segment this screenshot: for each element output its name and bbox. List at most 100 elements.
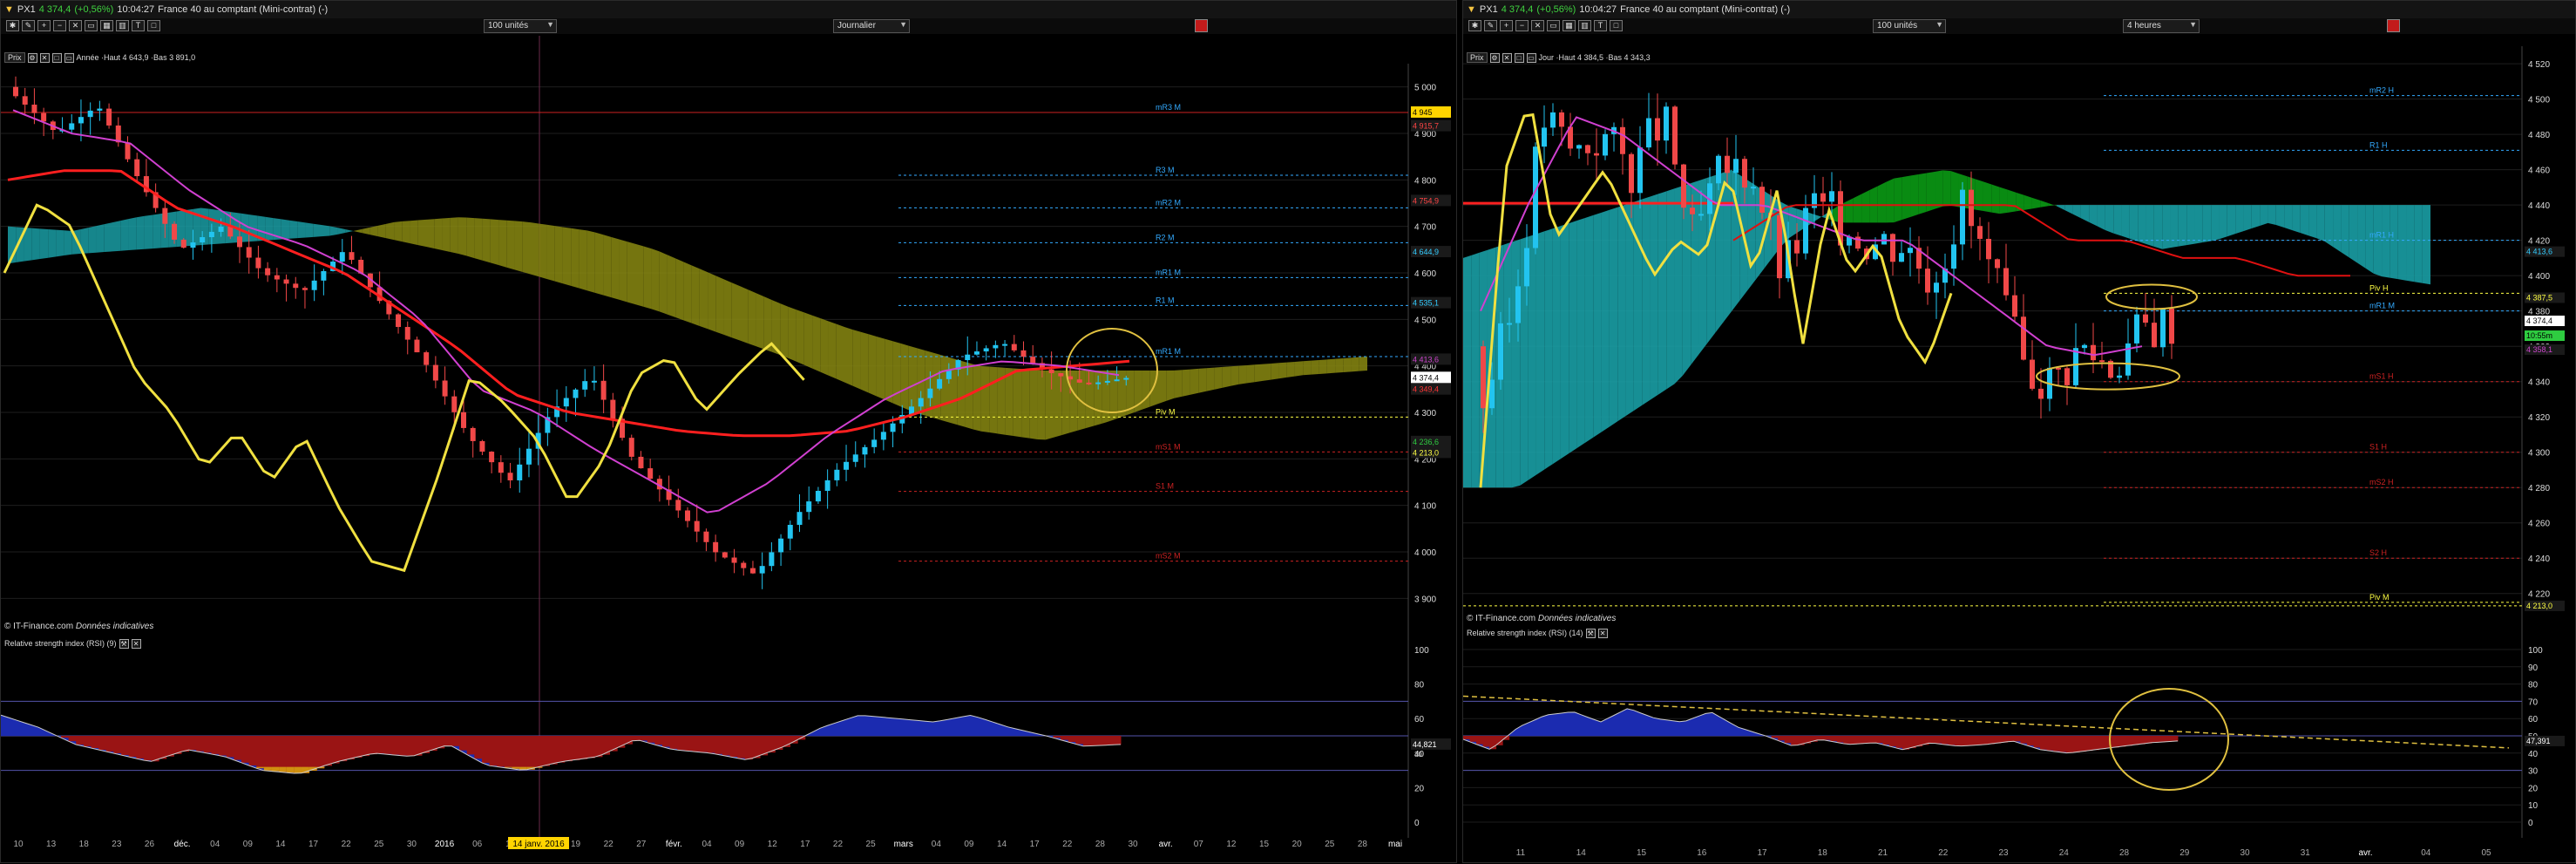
cloud-segment [1463,255,1471,487]
cloud-segment [683,262,691,323]
candle-body [2064,368,2070,385]
candle-body [255,258,261,269]
cloud-segment [354,229,362,233]
rsi-area-below [414,736,422,756]
4h-chart-canvas[interactable]: 4 5204 5004 4804 4604 4404 4204 4004 380… [1463,1,2576,864]
rsi-area-below [106,736,114,752]
x-tick-label: 07 [1194,840,1204,849]
cloud-segment [2333,205,2341,252]
rsi-area-below [2014,736,2021,741]
cloud-segment [2219,205,2227,239]
candle-body [638,457,643,468]
candle-body [1058,373,1063,377]
cloud-segment [1335,358,1343,373]
candle-body [31,105,37,113]
candle-body [1095,383,1101,384]
cloud-segment [1013,369,1021,438]
rsi-area-below [1942,736,1949,745]
candle-body [200,237,205,242]
candle-body [1881,234,1887,244]
x-tick-label: 09 [243,840,254,849]
rsi-area-below [324,736,332,765]
cloud-segment [2227,205,2235,236]
cloud-segment [1675,186,1683,384]
cloud-segment [837,324,844,383]
candle-body [871,439,877,446]
rsi-area-below [129,736,137,757]
candle-body [1698,214,1704,215]
cloud-segment [112,221,120,251]
rsi-area-below [189,736,197,750]
candle-body [172,224,177,240]
x-tick-label: 28 [1095,840,1106,849]
candle-body [582,381,587,390]
rsi-tick-label: 80 [1414,681,1425,691]
candle-body [788,525,793,539]
rsi-area-below [1955,736,1962,745]
cloud-segment [1166,371,1174,401]
rsi-area-below [2099,736,2106,749]
rsi-area-below [1061,736,1068,740]
cloud-segment [1029,370,1037,439]
cloud-segment [2276,205,2284,228]
rsi-area-below [121,736,129,755]
daily-chart-canvas[interactable]: 5 0004 9004 8004 7004 6004 5004 4004 300… [1,1,1458,864]
rsi-area-below [339,736,347,761]
rsi-area-below [1113,736,1121,745]
candle-body [965,355,970,360]
cloud-segment [2171,205,2179,248]
cloud-segment [2423,205,2430,284]
candle-body [190,242,195,248]
candle-body [247,247,252,257]
candle-body [69,123,74,129]
cloud-segment [105,222,112,252]
cloud-segment [820,318,828,376]
cloud-segment [434,219,442,250]
cloud-segment [2138,205,2146,244]
rsi-area-below [91,736,98,748]
rsi-area-below [376,736,384,753]
candle-body [2091,345,2096,360]
cloud-segment [458,217,466,255]
y-tick-label: 4 440 [2528,201,2550,211]
cloud-segment [1666,188,1674,389]
cloud-segment [2154,205,2162,249]
candle-body [1481,346,1486,408]
cloud-segment [877,337,885,399]
rsi-oversold [279,767,287,772]
rsi-area-below [737,736,745,759]
y-tick-label: 4 400 [2528,272,2550,282]
y-tick-label: 4 500 [2528,96,2550,105]
cloud-segment [1878,182,1886,223]
cloud-segment [32,228,40,261]
x-tick-label: 22 [342,840,352,849]
cloud-segment [2211,205,2219,241]
cloud-segment [587,230,595,292]
cloud-segment [1585,215,1593,443]
candle-body [517,465,522,480]
rsi-area-below [1949,736,1956,745]
rsi-area-below [2040,736,2047,750]
cloud-segment [2268,205,2275,225]
rsi-area-below [264,736,272,771]
rsi-oversold [287,767,295,773]
price-tag-label: 4 945 [1413,108,1433,117]
pivot-label: S1 M [1156,482,1174,491]
cloud-segment [362,228,369,235]
candle-body [1908,248,1913,253]
pivot-label: Piv M [1156,407,1176,416]
rsi-area-below [1968,736,1975,745]
pivot-label: Piv M [2369,593,2390,602]
rsi-area-below [677,736,685,750]
candle-body [2012,296,2017,317]
x-tick-label: 14 [275,840,286,849]
cloud-segment [1303,361,1311,376]
cloud-segment [2098,205,2105,230]
y-tick-label: 4 520 [2528,60,2550,70]
cloud-segment [1287,362,1295,378]
price-tag-label: 4 644,9 [1413,248,1439,256]
cloud-segment [2398,205,2406,281]
rsi-area-below [1929,736,1935,743]
rsi-area-below [347,736,355,759]
pivot-label: mS2 M [1156,552,1181,561]
